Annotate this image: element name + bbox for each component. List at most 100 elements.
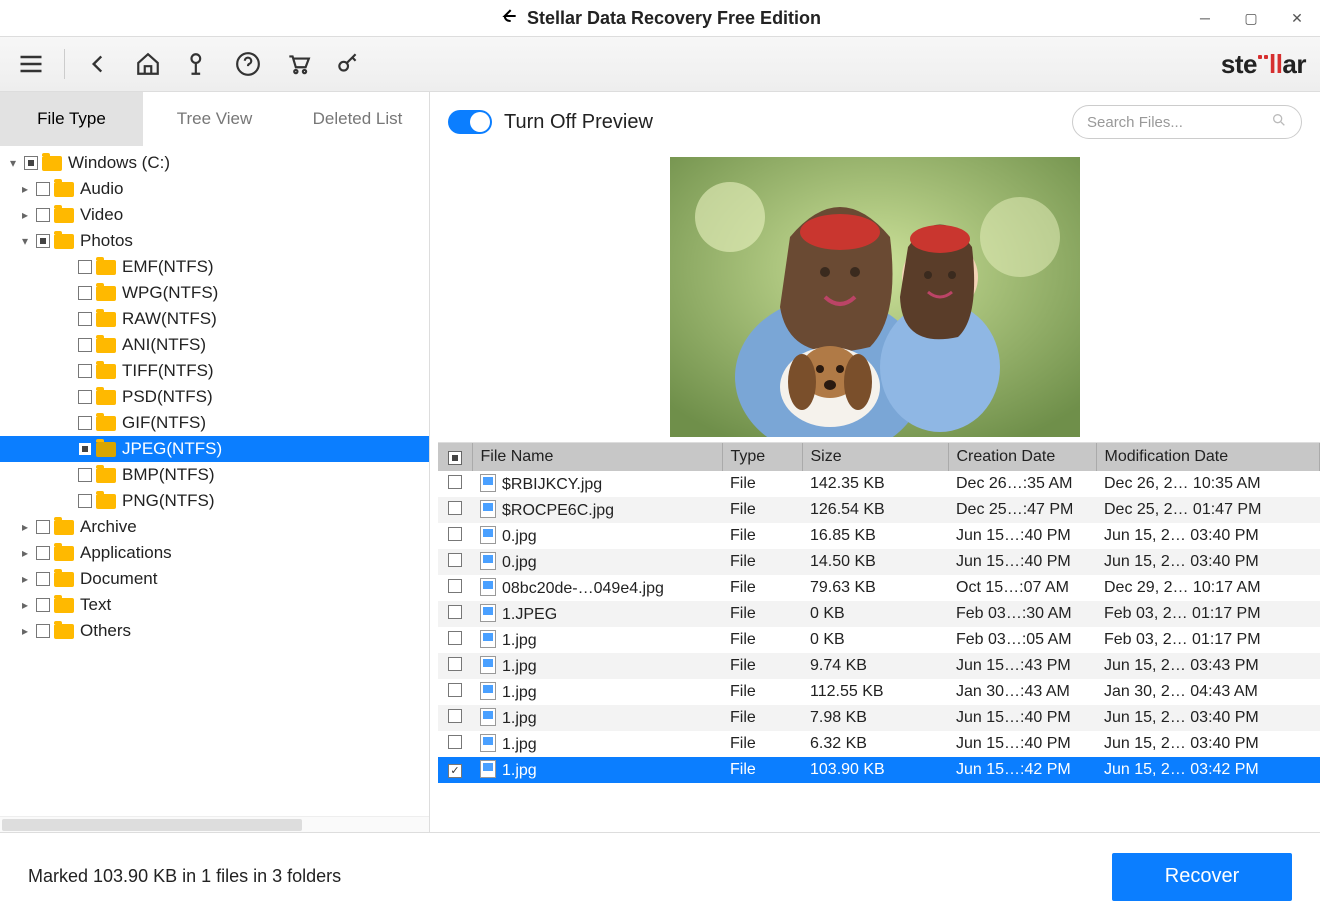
tree-checkbox[interactable]: [78, 312, 92, 326]
tree-checkbox[interactable]: [36, 546, 50, 560]
table-row[interactable]: 0.jpgFile14.50 KBJun 15…:40 PMJun 15, 2……: [438, 549, 1320, 575]
tree-checkbox[interactable]: [36, 208, 50, 222]
table-row[interactable]: 1.jpgFile7.98 KBJun 15…:40 PMJun 15, 2… …: [438, 705, 1320, 731]
tree-item[interactable]: ▸Archive: [0, 514, 429, 540]
tree-label: GIF(NTFS): [122, 413, 206, 433]
tree-checkbox[interactable]: [78, 468, 92, 482]
header-checkbox[interactable]: [448, 451, 462, 465]
tree-label: WPG(NTFS): [122, 283, 218, 303]
back-arrow-icon[interactable]: [499, 6, 519, 31]
tree-checkbox[interactable]: [36, 624, 50, 638]
tree-checkbox[interactable]: [36, 234, 50, 248]
tree-item[interactable]: ▸Text: [0, 592, 429, 618]
row-checkbox[interactable]: [448, 657, 462, 671]
tree-checkbox[interactable]: [78, 390, 92, 404]
home-icon[interactable]: [131, 47, 165, 81]
tree-item[interactable]: JPEG(NTFS): [0, 436, 429, 462]
row-checkbox[interactable]: [448, 631, 462, 645]
table-row[interactable]: 1.jpgFile0 KBFeb 03…:05 AMFeb 03, 2… 01:…: [438, 627, 1320, 653]
tree-label: BMP(NTFS): [122, 465, 215, 485]
maximize-icon[interactable]: ▢: [1228, 0, 1274, 36]
table-row[interactable]: 1.jpgFile103.90 KBJun 15…:42 PMJun 15, 2…: [438, 757, 1320, 783]
tree-item[interactable]: ▸Video: [0, 202, 429, 228]
col-filename[interactable]: File Name: [472, 443, 722, 471]
tree-item[interactable]: WPG(NTFS): [0, 280, 429, 306]
cart-icon[interactable]: [281, 47, 315, 81]
tree-checkbox[interactable]: [24, 156, 38, 170]
tree-checkbox[interactable]: [36, 598, 50, 612]
folder-icon: [42, 156, 62, 171]
preview-image: [670, 157, 1080, 437]
tree-item[interactable]: GIF(NTFS): [0, 410, 429, 436]
folder-icon: [54, 624, 74, 639]
search-input[interactable]: Search Files...: [1072, 105, 1302, 139]
tree-item[interactable]: ▾Photos: [0, 228, 429, 254]
tree-checkbox[interactable]: [78, 260, 92, 274]
tree-checkbox[interactable]: [36, 182, 50, 196]
back-icon[interactable]: [81, 47, 115, 81]
row-checkbox[interactable]: [448, 475, 462, 489]
col-type[interactable]: Type: [722, 443, 802, 471]
file-table[interactable]: File Name Type Size Creation Date Modifi…: [438, 442, 1320, 832]
tree-item[interactable]: ▸Others: [0, 618, 429, 644]
tree-item[interactable]: ▾Windows (C:): [0, 150, 429, 176]
row-checkbox[interactable]: [448, 735, 462, 749]
help-icon[interactable]: [231, 47, 265, 81]
tree-checkbox[interactable]: [78, 442, 92, 456]
tree-checkbox[interactable]: [36, 520, 50, 534]
file-icon: [480, 734, 496, 752]
tab-deleted-list[interactable]: Deleted List: [286, 92, 429, 146]
tree-item[interactable]: EMF(NTFS): [0, 254, 429, 280]
table-row[interactable]: $ROCPE6C.jpgFile126.54 KBDec 25…:47 PMDe…: [438, 497, 1320, 523]
folder-icon: [96, 442, 116, 457]
tab-tree-view[interactable]: Tree View: [143, 92, 286, 146]
tree-checkbox[interactable]: [36, 572, 50, 586]
scan-icon[interactable]: [181, 47, 215, 81]
folder-icon: [54, 598, 74, 613]
row-checkbox[interactable]: [448, 527, 462, 541]
tree-checkbox[interactable]: [78, 494, 92, 508]
col-creation-date[interactable]: Creation Date: [948, 443, 1096, 471]
recover-button[interactable]: Recover: [1112, 853, 1292, 901]
tree-checkbox[interactable]: [78, 416, 92, 430]
close-icon[interactable]: ✕: [1274, 0, 1320, 36]
row-checkbox[interactable]: [448, 683, 462, 697]
tab-file-type[interactable]: File Type: [0, 92, 143, 146]
file-icon: [480, 760, 496, 778]
table-row[interactable]: 1.jpgFile6.32 KBJun 15…:40 PMJun 15, 2… …: [438, 731, 1320, 757]
col-size[interactable]: Size: [802, 443, 948, 471]
tree-checkbox[interactable]: [78, 338, 92, 352]
table-row[interactable]: 1.jpgFile112.55 KBJan 30…:43 AMJan 30, 2…: [438, 679, 1320, 705]
tree-item[interactable]: PSD(NTFS): [0, 384, 429, 410]
file-tree[interactable]: ▾Windows (C:)▸Audio▸Video▾PhotosEMF(NTFS…: [0, 146, 429, 816]
tree-horizontal-scroll[interactable]: [0, 816, 429, 832]
table-row[interactable]: 1.JPEGFile0 KBFeb 03…:30 AMFeb 03, 2… 01…: [438, 601, 1320, 627]
folder-icon: [96, 390, 116, 405]
table-row[interactable]: 08bc20de-…049e4.jpgFile79.63 KBOct 15…:0…: [438, 575, 1320, 601]
tree-checkbox[interactable]: [78, 364, 92, 378]
row-checkbox[interactable]: [448, 501, 462, 515]
tree-item[interactable]: BMP(NTFS): [0, 462, 429, 488]
tree-item[interactable]: ▸Document: [0, 566, 429, 592]
key-icon[interactable]: [331, 47, 365, 81]
preview-toggle[interactable]: [448, 110, 492, 134]
hamburger-icon[interactable]: [14, 47, 48, 81]
row-checkbox[interactable]: [448, 709, 462, 723]
row-checkbox[interactable]: [448, 553, 462, 567]
row-checkbox[interactable]: [448, 605, 462, 619]
tree-item[interactable]: ▸Audio: [0, 176, 429, 202]
row-checkbox[interactable]: [448, 579, 462, 593]
tree-checkbox[interactable]: [78, 286, 92, 300]
tree-item[interactable]: RAW(NTFS): [0, 306, 429, 332]
tree-item[interactable]: PNG(NTFS): [0, 488, 429, 514]
tree-item[interactable]: ▸Applications: [0, 540, 429, 566]
minimize-icon[interactable]: ─: [1182, 0, 1228, 36]
tree-item[interactable]: ANI(NTFS): [0, 332, 429, 358]
row-checkbox[interactable]: [448, 764, 462, 778]
table-row[interactable]: 1.jpgFile9.74 KBJun 15…:43 PMJun 15, 2… …: [438, 653, 1320, 679]
table-row[interactable]: $RBIJKCY.jpgFile142.35 KBDec 26…:35 AMDe…: [438, 471, 1320, 497]
col-modification-date[interactable]: Modification Date: [1096, 443, 1320, 471]
folder-icon: [96, 338, 116, 353]
table-row[interactable]: 0.jpgFile16.85 KBJun 15…:40 PMJun 15, 2……: [438, 523, 1320, 549]
tree-item[interactable]: TIFF(NTFS): [0, 358, 429, 384]
